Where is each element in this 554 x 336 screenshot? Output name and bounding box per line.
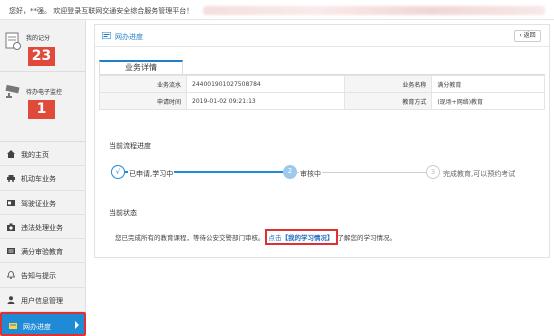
step-3-label: 完成教育,可以预约考试 [442,169,517,179]
home-icon [7,150,15,158]
pending-label: 待办电子监控 [26,89,63,96]
page-title: 网办进度 [115,33,143,41]
camera-icon [7,223,15,231]
bell-icon [7,271,15,280]
pending-count: 1 [28,100,55,119]
status-section-title: 当前状态 [109,209,137,217]
pending-block[interactable]: 待办电子监控 1 [0,72,86,142]
serial-value: 244001901027508784 [185,75,346,93]
sidebar-item-progress[interactable]: 网办进度 [0,312,86,336]
car-icon [7,175,15,183]
education-icon [7,248,15,255]
serial-label: 业务流水 [99,75,187,93]
sidebar-item-notice[interactable]: 告知与提示 [0,263,86,288]
tab-business-detail[interactable]: 业务详情 [99,60,183,75]
user-icon [7,296,15,304]
greeting-text: 您好，**强。 欢迎登录互联网交通安全综合服务管理平台！ [9,7,194,15]
license-icon [7,199,15,206]
score-label: 我的记分 [26,35,51,42]
sidebar-item-label: 用户信息管理 [21,296,63,305]
sidebar-item-label: 网办进度 [23,323,51,332]
table-row: 业务流水 244001901027508784 业务名称 满分教育 [99,75,545,93]
sidebar-item-label: 满分审验教育 [21,248,63,257]
sidebar-item-label: 驾驶证业务 [21,199,56,208]
blurred-banner [203,6,545,15]
progress-section-title: 当前流程进度 [109,142,151,150]
sidebar-item-vehicle[interactable]: 机动车业务 [0,166,86,191]
status-suffix: 了解您的学习情况。 [337,234,397,242]
status-prefix: 您已完成所有的教育课程，等待公安交警部门审核。 [115,234,265,242]
chevron-right-icon [75,321,79,330]
step-1-label: 已申请,学习中 [128,169,175,179]
link-text: 【我的学习情况】 [281,234,334,242]
document-icon [5,32,21,50]
business-name-label: 业务名称 [344,75,433,93]
education-mode-value: (现场+网络)教育 [431,92,545,110]
surveillance-camera-icon [5,84,20,98]
score-count: 23 [28,47,55,66]
apply-time-label: 申请时间 [99,92,187,110]
sidebar-nav: 我的主页 机动车业务 驾驶证业务 违法处理业务 满分审验教育 告知与提示 用户信… [0,142,86,336]
sidebar-item-license[interactable]: 驾驶证业务 [0,191,86,215]
link-prefix: 点击 [268,234,282,242]
business-info-table: 业务流水 244001901027508784 业务名称 满分教育 申请时间 2… [99,75,545,110]
sidebar-item-violation[interactable]: 违法处理业务 [0,215,86,240]
table-row: 申请时间 2019-01-02 09:21:13 教育方式 (现场+网络)教育 [99,92,545,110]
sidebar-item-home[interactable]: 我的主页 [0,142,86,167]
sidebar: 我的记分 23 待办电子监控 1 我的主页 机动车业务 驾驶证业务 违法处理业务 [0,20,86,336]
education-mode-label: 教育方式 [344,92,433,110]
sidebar-item-label: 我的主页 [21,151,49,159]
progress-steps: √ 已申请,学习中 2 审核中 3 完成教育,可以预约考试 [109,163,529,183]
panel-header: 网办进度 ‹ 返回 [95,25,549,47]
top-bar: 您好，**强。 欢迎登录互联网交通安全综合服务管理平台！ [0,0,554,20]
sidebar-item-education[interactable]: 满分审验教育 [0,239,86,264]
sidebar-item-label: 告知与提示 [21,272,56,281]
apply-time-value: 2019-01-02 09:21:13 [185,92,346,110]
step-1-check-icon: √ [111,165,125,179]
step-3-circle: 3 [426,165,440,179]
step-2-label: 审核中 [299,169,322,179]
sidebar-item-label: 机动车业务 [21,175,56,184]
sidebar-item-label: 违法处理业务 [21,223,63,232]
main-panel: 网办进度 ‹ 返回 业务详情 业务流水 244001901027508784 业… [94,24,550,258]
score-block[interactable]: 我的记分 23 [0,20,86,72]
back-button[interactable]: ‹ 返回 [514,30,541,42]
back-label: 返回 [523,32,536,39]
sidebar-item-user[interactable]: 用户信息管理 [0,288,86,313]
learning-status-link[interactable]: 点击【我的学习情况】 [264,229,338,245]
business-name-value: 满分教育 [431,75,545,93]
progress-icon [102,32,111,39]
status-text: 您已完成所有的教育课程，等待公安交警部门审核。 点击【我的学习情况】 了解您的学习情… [115,229,396,245]
step-2-circle: 2 [283,165,297,179]
